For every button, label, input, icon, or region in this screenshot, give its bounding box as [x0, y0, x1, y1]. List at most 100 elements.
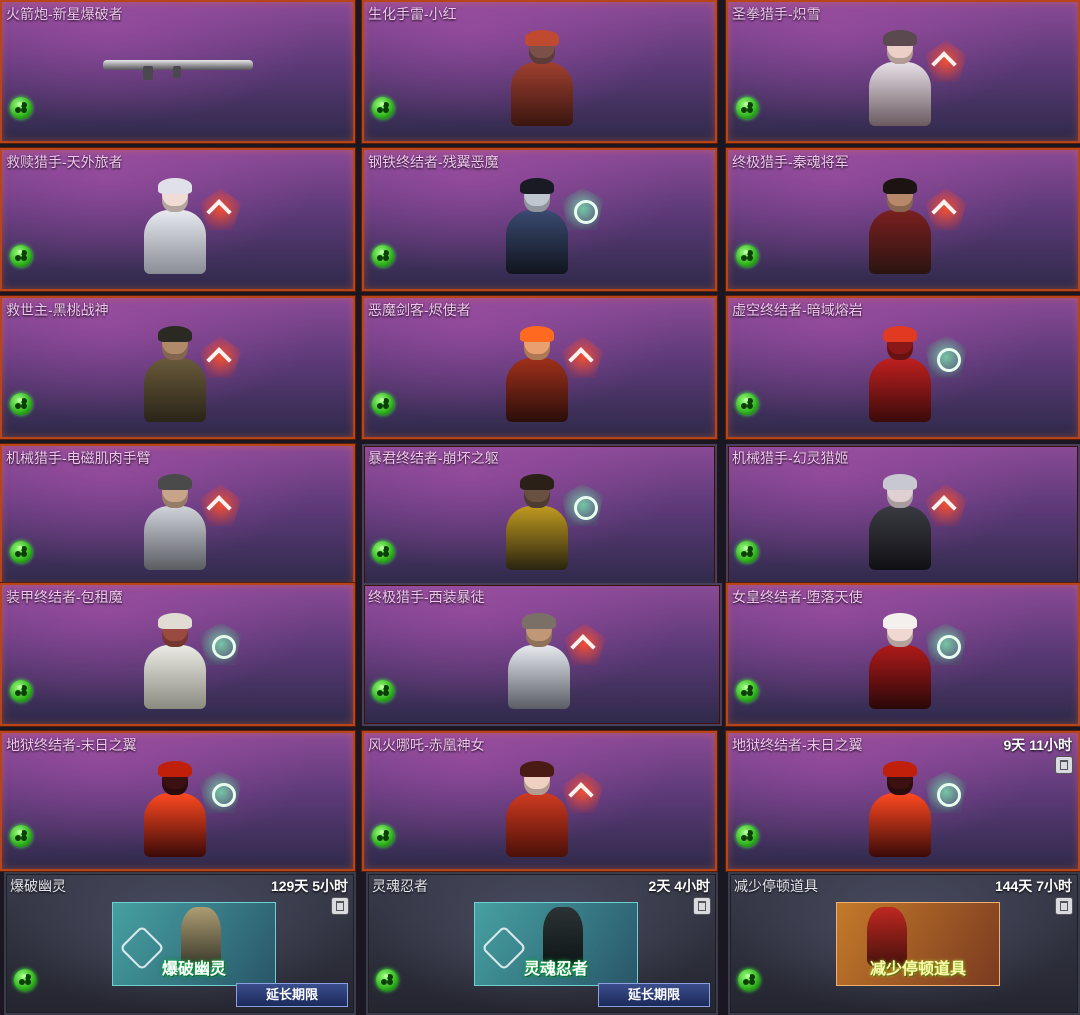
green-rank-emblem-icon	[200, 771, 242, 813]
team-icon	[10, 680, 32, 702]
team-icon	[736, 541, 758, 563]
item-card[interactable]: 终极猎手-秦魂将军	[726, 148, 1080, 291]
character-portrait	[500, 474, 570, 570]
item-card[interactable]: 地狱终结者-末日之翼	[0, 731, 355, 871]
red-rank-emblem-icon	[564, 623, 606, 665]
team-icon	[10, 245, 32, 267]
item-name: 终极猎手-秦魂将军	[732, 154, 849, 170]
item-name: 救世主-黑桃战神	[6, 302, 109, 318]
team-icon	[736, 393, 758, 415]
green-rank-emblem-icon	[925, 336, 967, 378]
team-icon	[736, 97, 758, 119]
character-portrait	[138, 761, 208, 857]
team-icon	[10, 97, 32, 119]
item-banner: 减少停顿道具	[836, 902, 1000, 986]
item-name: 钢铁终结者-残翼恶魔	[368, 154, 499, 170]
character-portrait	[138, 474, 208, 570]
red-rank-emblem-icon	[925, 40, 967, 82]
trash-icon[interactable]	[1056, 898, 1072, 914]
character-portrait	[863, 613, 933, 709]
item-card[interactable]: 火箭炮-新星爆破者	[0, 0, 355, 143]
team-icon	[372, 393, 394, 415]
character-portrait	[500, 326, 570, 422]
item-banner: 灵魂忍者	[474, 902, 638, 986]
green-rank-emblem-icon	[200, 623, 242, 665]
item-card[interactable]: 暴君终结者-崩坏之躯	[362, 444, 717, 587]
character-portrait	[502, 613, 572, 709]
item-card[interactable]: 生化手雷-小红	[362, 0, 717, 143]
item-card[interactable]: 救世主-黑桃战神	[0, 296, 355, 439]
item-card[interactable]: 圣拳猎手-炽雪	[726, 0, 1080, 143]
team-icon	[376, 969, 398, 991]
green-rank-emblem-icon	[925, 623, 967, 665]
item-card[interactable]: 风火哪吒-赤凰神女	[362, 731, 717, 871]
red-rank-emblem-icon	[562, 336, 604, 378]
item-name: 风火哪吒-赤凰神女	[368, 737, 485, 753]
trash-icon[interactable]	[332, 898, 348, 914]
item-name: 恶魔剑客-烬使者	[368, 302, 471, 318]
character-portrait	[505, 30, 575, 126]
character-portrait	[863, 761, 933, 857]
item-card[interactable]: 终极猎手-西装暴徒	[362, 583, 722, 726]
character-portrait	[500, 761, 570, 857]
character-portrait	[863, 178, 933, 274]
item-name: 机械猎手-电磁肌肉手臂	[6, 450, 151, 466]
character-portrait	[863, 474, 933, 570]
red-rank-emblem-icon	[925, 188, 967, 230]
time-remaining: 2天 4小时	[648, 878, 710, 894]
team-icon	[372, 680, 394, 702]
item-card[interactable]: 女皇终结者-堕落天使	[726, 583, 1080, 726]
item-card[interactable]: 机械猎手-电磁肌肉手臂	[0, 444, 355, 587]
item-card[interactable]: 地狱终结者-末日之翼 9天 11小时	[726, 731, 1080, 871]
item-name: 圣拳猎手-炽雪	[732, 6, 821, 22]
item-name: 机械猎手-幻灵猎姬	[732, 450, 849, 466]
item-name: 减少停顿道具	[734, 878, 818, 894]
item-name: 装甲终结者-包租魔	[6, 589, 123, 605]
extend-button[interactable]: 延长期限	[236, 983, 348, 1007]
character-portrait	[863, 326, 933, 422]
character-portrait	[863, 30, 933, 126]
item-card[interactable]: 恶魔剑客-烬使者	[362, 296, 717, 439]
item-name: 救赎猎手-天外旅者	[6, 154, 123, 170]
banner-text: 灵魂忍者	[523, 961, 588, 978]
item-name: 生化手雷-小红	[368, 6, 457, 22]
item-card[interactable]: 救赎猎手-天外旅者	[0, 148, 355, 291]
character-portrait	[138, 326, 208, 422]
item-card[interactable]: 机械猎手-幻灵猎姬	[726, 444, 1080, 587]
green-rank-emblem-icon	[562, 484, 604, 526]
time-remaining: 129天 5小时	[270, 878, 348, 894]
banner-text: 减少停顿道具	[869, 961, 966, 978]
item-name: 地狱终结者-末日之翼	[6, 737, 137, 753]
item-name: 地狱终结者-末日之翼	[732, 737, 863, 753]
item-name: 女皇终结者-堕落天使	[732, 589, 863, 605]
green-rank-emblem-icon	[925, 771, 967, 813]
trash-icon[interactable]	[1056, 757, 1072, 773]
green-rank-emblem-icon	[562, 188, 604, 230]
item-card[interactable]: 钢铁终结者-残翼恶魔	[362, 148, 717, 291]
red-rank-emblem-icon	[925, 484, 967, 526]
team-icon	[10, 825, 32, 847]
character-portrait	[500, 178, 570, 274]
team-icon	[736, 245, 758, 267]
red-rank-emblem-icon	[200, 484, 242, 526]
rocket-launcher-icon	[102, 54, 253, 80]
red-rank-emblem-icon	[200, 336, 242, 378]
item-name: 爆破幽灵	[10, 878, 66, 894]
team-icon	[372, 245, 394, 267]
time-remaining: 9天 11小时	[1003, 737, 1072, 753]
item-name: 暴君终结者-崩坏之躯	[368, 450, 499, 466]
item-card[interactable]: 装甲终结者-包租魔	[0, 583, 355, 726]
timed-item-card[interactable]: 爆破幽灵 129天 5小时 爆破幽灵 延长期限	[4, 872, 356, 1015]
item-card[interactable]: 虚空终结者-暗域熔岩	[726, 296, 1080, 439]
team-icon	[372, 97, 394, 119]
item-banner: 爆破幽灵	[112, 902, 276, 986]
item-name: 灵魂忍者	[372, 878, 428, 894]
team-icon	[10, 541, 32, 563]
timed-item-card[interactable]: 灵魂忍者 2天 4小时 灵魂忍者 延长期限	[366, 872, 718, 1015]
trash-icon[interactable]	[694, 898, 710, 914]
timed-item-card[interactable]: 减少停顿道具 144天 7小时 减少停顿道具	[728, 872, 1080, 1015]
item-name: 火箭炮-新星爆破者	[6, 6, 123, 22]
time-remaining: 144天 7小时	[994, 878, 1072, 894]
team-icon	[736, 680, 758, 702]
extend-button[interactable]: 延长期限	[598, 983, 710, 1007]
